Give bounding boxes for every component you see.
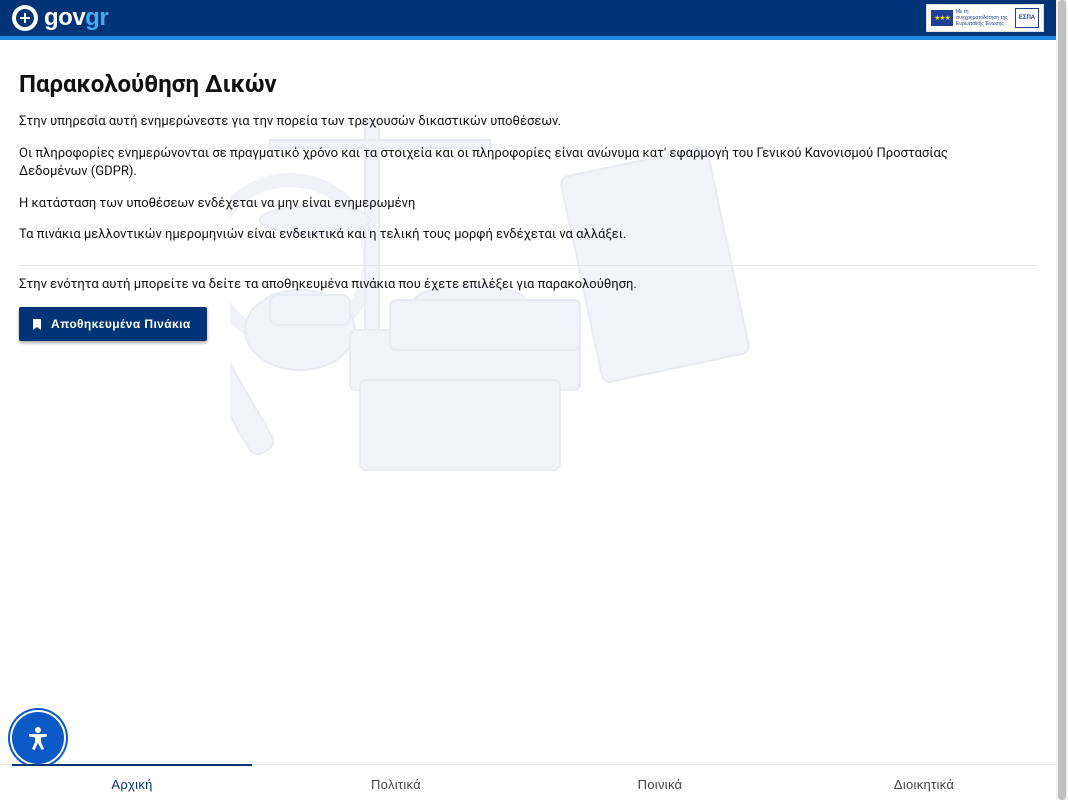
espa-logo: ΕΣΠΑ	[1015, 8, 1039, 28]
future-dates-paragraph: Τα πινάκια μελλοντικών ημερομηνιών είναι…	[19, 227, 627, 242]
gdpr-paragraph: Οι πληροφορίες ενημερώνονται σε πραγματι…	[19, 146, 948, 179]
tab-criminal[interactable]: Ποινικά	[528, 765, 792, 800]
tab-criminal-label: Ποινικά	[637, 776, 683, 792]
logo-text: govgr	[44, 4, 109, 31]
tab-home-label: Αρχική	[111, 776, 153, 792]
scrollbar-thumb[interactable]	[1058, 0, 1066, 800]
tab-civil[interactable]: Πολιτικά	[264, 765, 528, 800]
govgr-logo[interactable]: govgr	[12, 4, 109, 32]
header-stripe	[0, 36, 1056, 40]
page: govgr ★★★ Με τη συγχρηματοδότηση της Ευρ…	[0, 0, 1056, 800]
main-content: Παρακολούθηση Δικών Στην υπηρεσία αυτή ε…	[19, 60, 1039, 341]
bookmark-icon	[33, 318, 41, 330]
saved-lists-button[interactable]: Αποθηκευμένα Πινάκια	[19, 307, 207, 341]
vertical-scrollbar[interactable]	[1056, 0, 1068, 800]
intro-paragraph: Στην υπηρεσία αυτή ενημερώνεστε για την …	[19, 114, 562, 129]
section-divider	[19, 265, 1038, 266]
accessibility-button[interactable]	[12, 712, 64, 764]
eu-flag-icon: ★★★	[931, 10, 953, 26]
greek-coat-of-arms-icon	[12, 5, 38, 31]
bottom-navigation: Αρχική Πολιτικά Ποινικά Διοικητικά	[0, 764, 1056, 800]
tab-home[interactable]: Αρχική	[0, 764, 264, 800]
page-title: Παρακολούθηση Δικών	[19, 70, 277, 98]
top-header: govgr ★★★ Με τη συγχρηματοδότηση της Ευρ…	[0, 0, 1056, 40]
tab-administrative-label: Διοικητικά	[893, 776, 955, 792]
status-paragraph: Η κατάσταση των υποθέσεων ενδέχεται να μ…	[19, 196, 416, 211]
accessibility-person-icon	[29, 727, 47, 750]
espa-banner: ★★★ Με τη συγχρηματοδότηση της Ευρωπαϊκή…	[926, 4, 1044, 32]
tab-civil-label: Πολιτικά	[370, 776, 422, 792]
espa-text: Με τη συγχρηματοδότηση της Ευρωπαϊκής Έν…	[956, 9, 1008, 27]
saved-lists-button-label: Αποθηκευμένα Πινάκια	[51, 317, 191, 331]
tab-administrative[interactable]: Διοικητικά	[792, 765, 1056, 800]
saved-intro-text: Στην ενότητα αυτή μπορείτε να δείτε τα α…	[19, 277, 637, 292]
